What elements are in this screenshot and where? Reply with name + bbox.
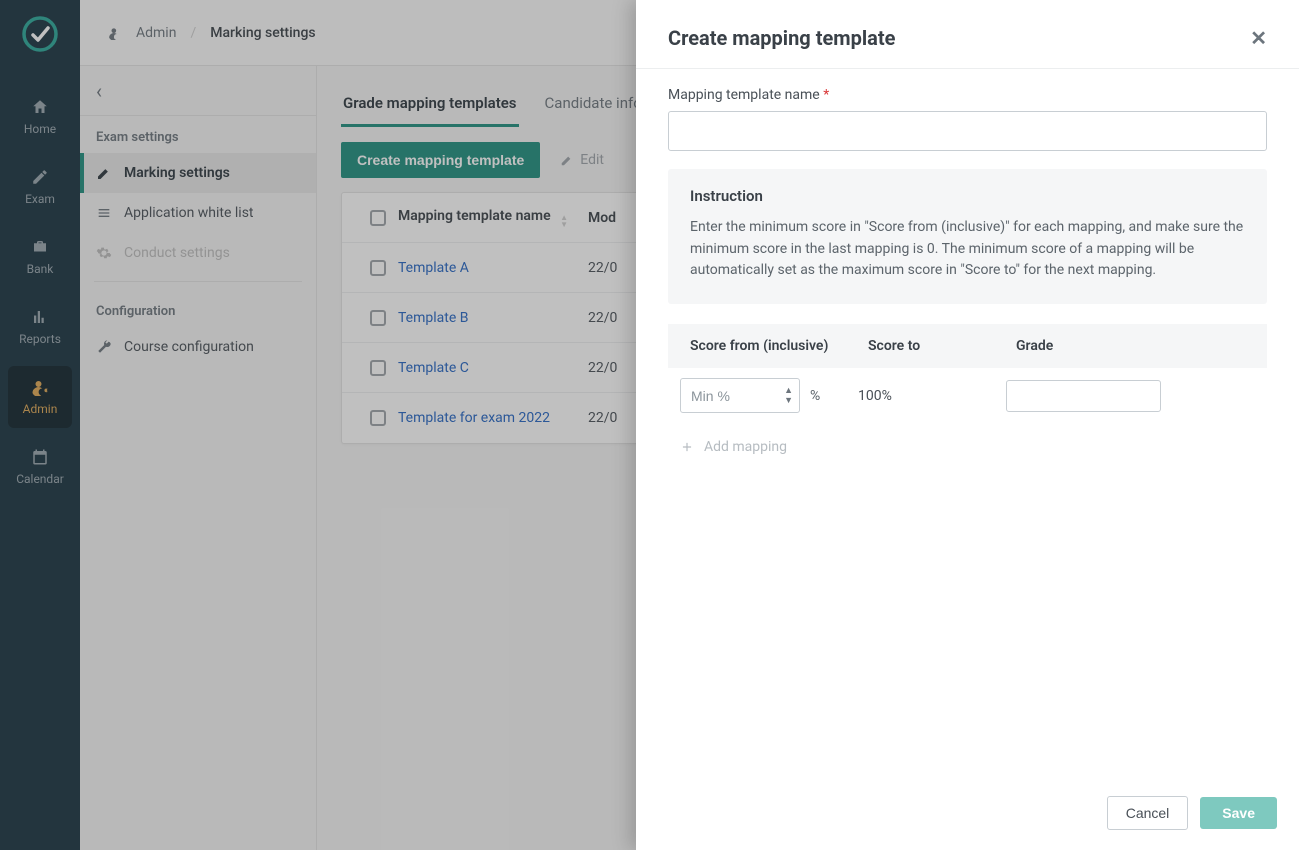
score-from-input-wrap: ▲ ▼ — [680, 378, 800, 413]
name-label: Mapping template name * — [668, 87, 1267, 103]
template-name-input[interactable] — [668, 111, 1267, 151]
spinner-down[interactable]: ▼ — [784, 396, 793, 406]
save-button[interactable]: Save — [1200, 797, 1277, 829]
add-mapping-button[interactable]: Add mapping — [668, 423, 1267, 471]
score-to-value: 100% — [858, 388, 1006, 404]
score-from-input[interactable] — [681, 388, 761, 404]
mapping-table: Score from (inclusive) Score to Grade ▲ … — [668, 324, 1267, 471]
mapping-row: ▲ ▼ % 100% — [668, 368, 1267, 423]
cancel-button[interactable]: Cancel — [1107, 796, 1189, 830]
create-template-drawer: Create mapping template ✕ Mapping templa… — [636, 0, 1299, 850]
plus-icon — [680, 440, 694, 454]
col-score-to: Score to — [868, 338, 1016, 354]
col-grade: Grade — [1016, 338, 1245, 354]
percent-symbol: % — [810, 388, 820, 404]
col-score-from: Score from (inclusive) — [690, 338, 868, 354]
instruction-box: Instruction Enter the minimum score in "… — [668, 169, 1267, 304]
spinner-up[interactable]: ▲ — [784, 386, 793, 396]
instruction-title: Instruction — [690, 187, 1245, 205]
drawer-title: Create mapping template — [668, 26, 895, 50]
grade-input[interactable] — [1006, 380, 1161, 412]
close-icon[interactable]: ✕ — [1250, 26, 1267, 50]
instruction-body: Enter the minimum score in "Score from (… — [690, 217, 1245, 282]
